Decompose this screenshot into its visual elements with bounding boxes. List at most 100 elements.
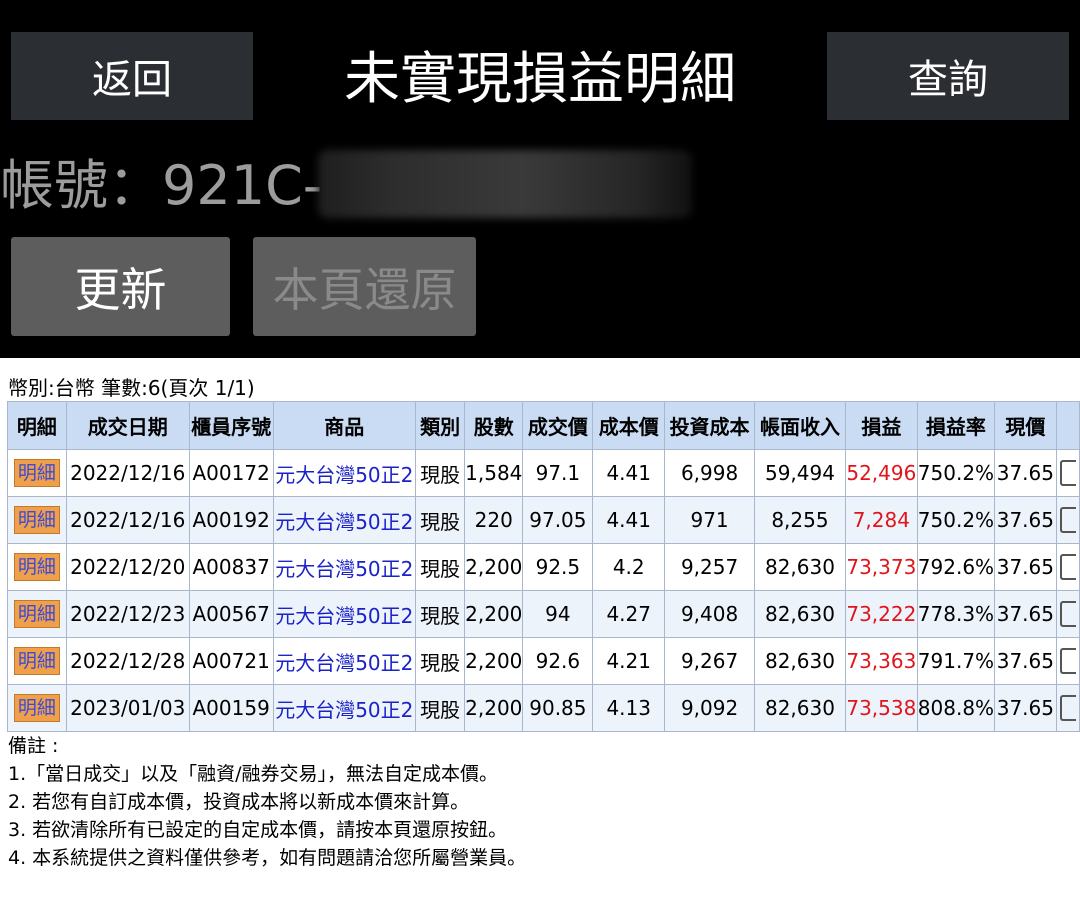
top-bar: 返回 未實現損益明細 查詢 帳號：921C-0 更新 本頁還原 [0,0,1080,358]
type-cell: 現股 [415,637,466,685]
date-cell: 2022/12/23 [65,590,190,638]
invest-cell: 9,257 [664,543,756,591]
detail-button[interactable]: 明細 [13,600,60,628]
detail-button[interactable]: 明細 [13,694,60,722]
row-checkbox[interactable] [1059,648,1076,675]
income-cell: 82,630 [754,684,846,732]
detail-button[interactable]: 明細 [13,553,60,581]
cost-price-cell: 4.41 [592,496,666,544]
pl-cell: 73,373 [844,543,918,591]
rate-cell: 808.8% [916,684,996,732]
col-header-income: 帳面收入 [754,401,846,450]
cost-price-cell: 4.41 [592,449,666,497]
row-checkbox[interactable] [1059,507,1076,534]
table-row: 明細 2022/12/28 A00721 元大台灣50正2 現股 2,200 9… [7,637,1080,685]
col-header-cost-price: 成本價 [592,401,666,450]
detail-button[interactable]: 明細 [13,459,60,487]
current-cell: 37.65 [994,637,1057,685]
col-header-type: 類別 [415,401,466,450]
invest-cell: 9,408 [664,590,756,638]
table-row: 明細 2022/12/16 A00192 元大台灣50正2 現股 220 97.… [7,496,1080,544]
income-cell: 82,630 [754,590,846,638]
type-cell: 現股 [415,496,466,544]
price-cell: 97.1 [522,449,594,497]
type-cell: 現股 [415,590,466,638]
detail-cell: 明細 [7,590,67,638]
pl-cell: 73,222 [844,590,918,638]
pl-cell: 7,284 [844,496,918,544]
price-cell: 92.5 [522,543,594,591]
col-header-current: 現價 [994,401,1057,450]
invest-cell: 6,998 [664,449,756,497]
col-header-date: 成交日期 [65,401,190,450]
date-cell: 2022/12/20 [65,543,190,591]
row-checkbox-cell [1055,684,1080,732]
invest-cell: 9,092 [664,684,756,732]
current-cell: 37.65 [994,684,1057,732]
currency-summary: 幣別:台幣 筆數:6(頁次 1/1) [8,376,255,400]
shares-cell: 1,584 [464,449,524,497]
row-checkbox-cell [1055,449,1080,497]
redacted-account-mask [318,150,692,218]
current-cell: 37.65 [994,496,1057,544]
income-cell: 82,630 [754,543,846,591]
row-checkbox[interactable] [1059,601,1076,628]
account-number: 帳號：921C-0 [0,154,357,217]
table-row: 明細 2022/12/20 A00837 元大台灣50正2 現股 2,200 9… [7,543,1080,591]
cost-price-cell: 4.27 [592,590,666,638]
product-link[interactable]: 元大台灣50正2 [272,684,417,732]
price-cell: 97.05 [522,496,594,544]
invest-cell: 9,267 [664,637,756,685]
col-header-serial: 櫃員序號 [188,401,274,450]
detail-cell: 明細 [7,496,67,544]
product-link[interactable]: 元大台灣50正2 [272,590,417,638]
rate-cell: 750.2% [916,449,996,497]
product-link[interactable]: 元大台灣50正2 [272,543,417,591]
col-header-rate: 損益率 [916,401,996,450]
income-cell: 82,630 [754,637,846,685]
unrealized-pl-table: 明細 成交日期 櫃員序號 商品 類別 股數 成交價 成本價 投資成本 帳面收入 … [7,401,1080,732]
current-cell: 37.65 [994,590,1057,638]
note-item: 1.「當日成交」以及「融資/融券交易」，無法自定成本價。 [8,763,499,785]
pl-cell: 73,538 [844,684,918,732]
query-button[interactable]: 查詢 [827,32,1069,120]
cost-price-cell: 4.13 [592,684,666,732]
row-checkbox-cell [1055,637,1080,685]
restore-page-button[interactable]: 本頁還原 [253,237,476,336]
shares-cell: 2,200 [464,637,524,685]
type-cell: 現股 [415,449,466,497]
product-link[interactable]: 元大台灣50正2 [272,637,417,685]
serial-cell: A00721 [188,637,274,685]
table-row: 明細 2022/12/23 A00567 元大台灣50正2 現股 2,200 9… [7,590,1080,638]
date-cell: 2023/01/03 [65,684,190,732]
back-button[interactable]: 返回 [11,32,253,120]
row-checkbox-cell [1055,590,1080,638]
pl-cell: 52,496 [844,449,918,497]
notes-section: 備註 : 1.「當日成交」以及「融資/融券交易」，無法自定成本價。 2. 若您有… [8,732,526,872]
table-row: 明細 2023/01/03 A00159 元大台灣50正2 現股 2,200 9… [7,684,1080,732]
cost-price-cell: 4.21 [592,637,666,685]
shares-cell: 2,200 [464,590,524,638]
invest-cell: 971 [664,496,756,544]
row-checkbox[interactable] [1059,460,1076,487]
detail-cell: 明細 [7,543,67,591]
income-cell: 59,494 [754,449,846,497]
rate-cell: 791.7% [916,637,996,685]
serial-cell: A00192 [188,496,274,544]
col-header-pl: 損益 [844,401,918,450]
detail-button[interactable]: 明細 [13,506,60,534]
detail-button[interactable]: 明細 [13,647,60,675]
shares-cell: 2,200 [464,684,524,732]
serial-cell: A00837 [188,543,274,591]
col-header-invest: 投資成本 [664,401,756,450]
date-cell: 2022/12/16 [65,449,190,497]
product-link[interactable]: 元大台灣50正2 [272,449,417,497]
pl-cell: 73,363 [844,637,918,685]
row-checkbox[interactable] [1059,554,1076,581]
table-header-row: 明細 成交日期 櫃員序號 商品 類別 股數 成交價 成本價 投資成本 帳面收入 … [7,401,1080,450]
product-link[interactable]: 元大台灣50正2 [272,496,417,544]
refresh-button[interactable]: 更新 [11,237,230,336]
row-checkbox[interactable] [1059,695,1076,722]
row-checkbox-cell [1055,496,1080,544]
notes-title: 備註 : [8,735,59,757]
